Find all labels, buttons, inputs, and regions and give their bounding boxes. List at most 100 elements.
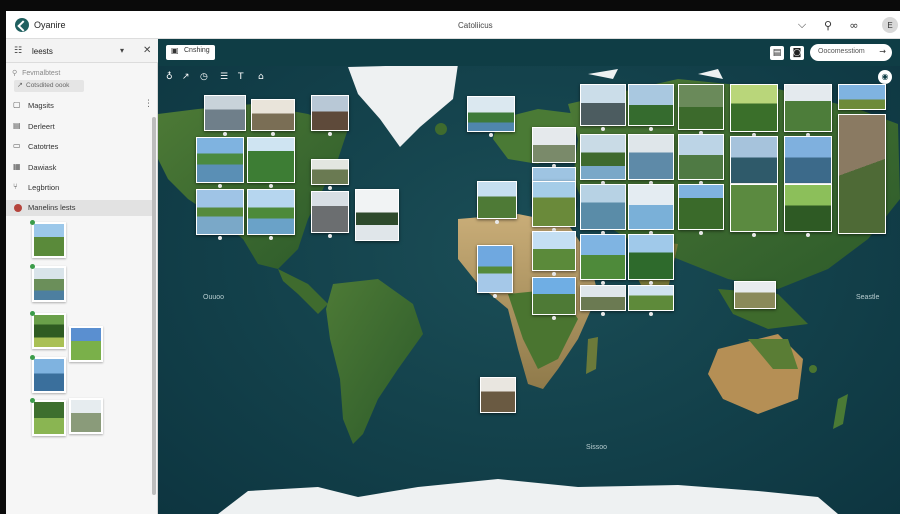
sidebar-item-catotrtes[interactable]: ▭ Catotrtes [6,139,152,155]
photo-marker[interactable] [196,189,244,240]
photo-marker[interactable] [730,184,778,237]
photo-thumbnail[interactable] [30,264,66,302]
photo-marker[interactable] [311,95,349,136]
photo-marker[interactable] [311,191,349,238]
photo-marker[interactable] [580,285,626,316]
arrow-right-icon[interactable]: → [879,47,886,56]
photo-marker[interactable] [628,184,674,235]
photo-marker[interactable] [580,184,626,235]
app-header: Oyanire Catoliicus ⌵ ⚲ ∞ E [6,11,900,39]
home-icon[interactable]: ⌂ [258,72,264,82]
sidebar-item-dawiask[interactable]: ▦ Dawiask [6,160,152,176]
photo-marker[interactable] [628,84,674,131]
ocean-label: Sissoo [586,444,608,451]
photo-thumbnail[interactable] [30,311,66,349]
drop-icon[interactable]: ♁ [166,72,173,82]
photo-marker[interactable] [532,231,576,276]
sidebar-search[interactable]: ⚲ Fevmalbtest [12,69,60,77]
photo-marker[interactable] [532,127,576,168]
photo-thumbnail-list [30,219,130,449]
photo-marker[interactable] [196,137,244,188]
sidebar-search-placeholder: Fevmalbtest [22,70,61,77]
photo-marker[interactable] [532,277,576,320]
photo-marker[interactable] [480,377,516,413]
clock-icon[interactable]: ◷ [200,72,208,82]
photo-marker[interactable] [734,281,776,309]
photo-marker[interactable] [628,285,674,316]
photo-marker[interactable] [784,184,832,237]
link-icon[interactable]: ∞ [846,17,862,33]
photo-marker[interactable] [580,234,626,285]
chevron-down-icon[interactable]: ⌵ [794,17,810,33]
text-icon[interactable]: Τ [238,72,244,82]
photo-marker[interactable] [580,84,626,131]
photo-marker[interactable] [477,181,517,224]
square-icon: ▢ [13,100,21,109]
window-title: Catoliicus [458,21,493,30]
photo-marker[interactable] [467,96,515,137]
pin-icon [328,186,332,190]
pin-icon [328,234,332,238]
photo-marker[interactable] [838,114,886,234]
photo-marker[interactable] [628,234,674,285]
world-map[interactable]: Cnshing ▤ ◙ Oocomesstiom → ♁ ↗ ◷ ☰ Τ ⌂ ◉… [158,39,900,514]
photo-marker[interactable] [247,137,295,188]
photo-marker[interactable] [678,84,724,135]
pin-icon [493,294,497,298]
photo-marker[interactable] [678,184,724,235]
photo-marker[interactable] [580,134,626,185]
app-logo-icon[interactable] [15,18,29,32]
grid-icon[interactable]: ☷ [14,46,22,56]
sidebar-item-label: Catotrtes [28,142,59,151]
photo-marker[interactable] [730,84,778,137]
sidebar-title: leests [32,47,53,56]
pin-icon [218,184,222,188]
photo-marker[interactable] [532,181,576,232]
download-icon[interactable]: ▤ [770,46,784,60]
photo-thumbnail[interactable] [69,326,103,362]
sidebar-header: ☷ leests ▾ ✕ [6,39,158,63]
search-icon[interactable]: ⚲ [820,17,836,33]
sidebar-item-legbrtion[interactable]: ⑂ Legbrtion [6,180,152,196]
photo-marker[interactable] [784,136,832,189]
sidebar-scrollbar[interactable] [152,117,156,495]
photo-marker[interactable] [247,189,295,240]
compass-icon[interactable]: ◉ [878,70,892,84]
sidebar-item-label: Magsits [28,101,54,110]
layers-icon[interactable]: ☰ [220,72,228,82]
more-options-icon[interactable]: ⋮ [144,99,153,109]
photo-marker[interactable] [628,134,674,185]
photo-marker[interactable] [251,99,295,136]
photo-marker[interactable] [784,84,832,137]
pin-icon [495,220,499,224]
app-title: Oyanire [34,20,66,30]
land-south-america [326,279,423,444]
camera-icon[interactable]: ◙ [790,46,804,60]
photo-marker[interactable] [838,84,886,110]
pin-icon [649,127,653,131]
close-icon[interactable]: ✕ [143,45,151,56]
photo-marker[interactable] [311,159,349,190]
sidebar-item-magsits[interactable]: ▢ Magsits ⋮ [6,98,153,114]
chevron-down-icon[interactable]: ▾ [120,46,124,55]
photo-marker[interactable] [477,245,513,298]
photo-marker[interactable] [355,189,399,241]
photo-marker[interactable] [678,134,724,185]
sidebar-item-derleert[interactable]: ▤ Derleert [6,119,152,135]
photo-thumbnail[interactable] [69,398,103,434]
map-search-input[interactable]: Oocomesstiom → [810,44,892,61]
layers-button[interactable]: Cnshing [166,45,215,60]
sidebar-item-manelins-lests[interactable]: Manelins lests [6,200,152,216]
photo-marker[interactable] [730,136,778,189]
avatar[interactable]: E [882,17,898,33]
land-ice-floe [588,69,618,79]
photo-thumbnail[interactable] [30,355,66,393]
photo-thumbnail[interactable] [30,398,66,436]
photo-marker[interactable] [204,95,246,136]
pin-icon [271,132,275,136]
status-dot [30,311,35,316]
photo-thumbnail[interactable] [30,220,66,258]
filter-chip[interactable]: Cotsdited oook [14,80,84,92]
pen-icon[interactable]: ↗ [182,72,190,82]
pin-icon [552,272,556,276]
